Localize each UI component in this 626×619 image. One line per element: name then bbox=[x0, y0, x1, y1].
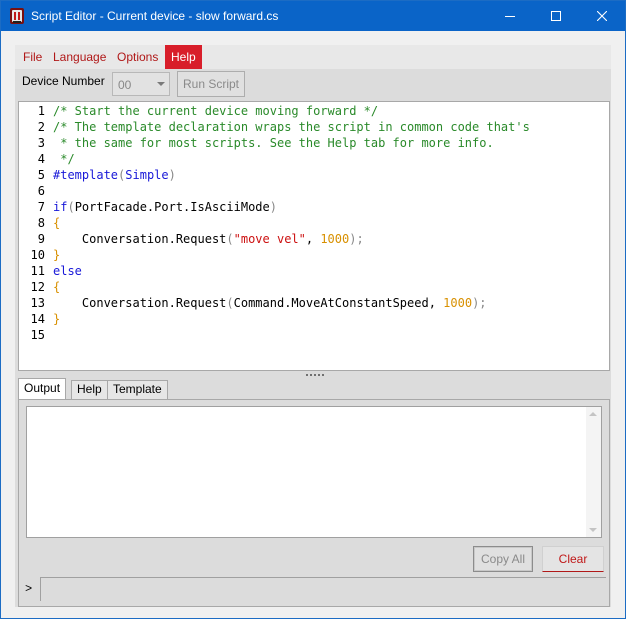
code-token: if bbox=[53, 200, 68, 214]
code-token: Conversation.Request bbox=[53, 296, 227, 310]
line-number: 14 bbox=[30, 312, 45, 326]
grip-icon bbox=[306, 374, 324, 376]
line-number: 10 bbox=[30, 248, 45, 262]
minimize-button[interactable] bbox=[487, 1, 533, 31]
line-number: 7 bbox=[37, 200, 45, 214]
code-line: } bbox=[53, 247, 60, 263]
line-number: 12 bbox=[30, 280, 45, 294]
code-token: "move vel" bbox=[233, 232, 306, 246]
client-area: File Language Options Help Device Number… bbox=[15, 45, 611, 607]
copy-all-button[interactable]: Copy All bbox=[473, 546, 533, 572]
code-line: /* Start the current device moving forwa… bbox=[53, 103, 378, 119]
close-icon bbox=[597, 11, 607, 21]
line-number-gutter: 1 2 3 4 5 6 7 8 9 10 11 12 13 14 15 bbox=[19, 102, 53, 370]
command-prompt: > bbox=[25, 582, 33, 596]
minimize-icon bbox=[505, 16, 515, 17]
line-number: 15 bbox=[30, 328, 45, 342]
code-token: , bbox=[428, 296, 444, 310]
close-button[interactable] bbox=[579, 1, 625, 31]
line-number: 3 bbox=[37, 136, 45, 150]
code-token: else bbox=[53, 264, 82, 278]
code-line: /* The template declaration wraps the sc… bbox=[53, 119, 530, 135]
title-bar[interactable]: Script Editor - Current device - slow fo… bbox=[1, 1, 625, 31]
device-number-label: Device Number bbox=[22, 74, 105, 88]
code-line: * the same for most scripts. See the Hel… bbox=[53, 135, 494, 151]
device-number-select[interactable]: 00 bbox=[112, 72, 170, 96]
code-line: Conversation.Request("move vel", 1000); bbox=[53, 231, 364, 247]
splitter-handle[interactable] bbox=[18, 372, 610, 378]
code-token: ) bbox=[168, 168, 176, 182]
code-token: ); bbox=[472, 296, 487, 310]
code-token: Conversation.Request bbox=[53, 232, 227, 246]
code-line: #template(Simple) bbox=[53, 167, 176, 183]
maximize-icon bbox=[551, 11, 561, 21]
code-line: { bbox=[53, 279, 60, 295]
tab-template[interactable]: Template bbox=[107, 380, 168, 399]
line-number: 5 bbox=[37, 168, 45, 182]
script-app-icon bbox=[9, 7, 25, 25]
code-token: PortFacade.Port.IsAsciiMode bbox=[74, 200, 270, 214]
line-number: 1 bbox=[37, 104, 45, 118]
menu-help[interactable]: Help bbox=[165, 45, 202, 69]
device-number-value: 00 bbox=[118, 78, 132, 92]
code-area[interactable]: /* Start the current device moving forwa… bbox=[53, 102, 609, 370]
tab-help[interactable]: Help bbox=[71, 380, 108, 399]
code-token: } bbox=[53, 312, 61, 326]
code-token: Command.MoveAtConstantSpeed bbox=[233, 296, 429, 310]
code-token: /* Start the current device moving forwa… bbox=[53, 104, 379, 118]
code-token: /* The template declaration wraps the sc… bbox=[53, 120, 530, 134]
line-number: 8 bbox=[37, 216, 45, 230]
code-token: { bbox=[53, 280, 61, 294]
code-token: { bbox=[53, 216, 61, 230]
output-panel: Copy All Clear > bbox=[18, 399, 610, 607]
code-line: if(PortFacade.Port.IsAsciiMode) bbox=[53, 199, 277, 215]
code-token: 1000 bbox=[443, 296, 473, 310]
line-number: 2 bbox=[37, 120, 45, 134]
output-text-area[interactable] bbox=[26, 406, 602, 538]
chevron-down-icon bbox=[157, 82, 165, 86]
bottom-tab-strip: Output Help Template bbox=[18, 378, 610, 399]
tab-output[interactable]: Output bbox=[18, 378, 67, 399]
line-number: 11 bbox=[30, 264, 45, 278]
line-number: 4 bbox=[37, 152, 45, 166]
code-token: #template bbox=[53, 168, 119, 182]
code-token: ); bbox=[349, 232, 364, 246]
code-line: } bbox=[53, 311, 60, 327]
command-input[interactable] bbox=[40, 577, 606, 601]
code-token: ( bbox=[67, 200, 75, 214]
scroll-down-icon[interactable] bbox=[589, 528, 597, 532]
code-token: Simple bbox=[125, 168, 169, 182]
code-token: */ bbox=[53, 152, 75, 166]
code-line: Conversation.Request(Command.MoveAtConst… bbox=[53, 295, 487, 311]
menu-file[interactable]: File bbox=[17, 45, 48, 69]
code-token: 1000 bbox=[320, 232, 350, 246]
script-editor-window: Script Editor - Current device - slow fo… bbox=[0, 0, 626, 619]
output-scrollbar[interactable] bbox=[586, 407, 601, 537]
run-script-button[interactable]: Run Script bbox=[177, 71, 245, 97]
menu-options[interactable]: Options bbox=[111, 45, 164, 69]
code-line: else bbox=[53, 263, 82, 279]
code-line: { bbox=[53, 215, 60, 231]
line-number: 6 bbox=[37, 184, 45, 198]
code-token: ) bbox=[269, 200, 277, 214]
maximize-button[interactable] bbox=[533, 1, 579, 31]
scroll-up-icon[interactable] bbox=[589, 412, 597, 416]
clear-button[interactable]: Clear bbox=[542, 546, 604, 572]
code-token: ( bbox=[226, 296, 234, 310]
menu-language[interactable]: Language bbox=[47, 45, 112, 69]
code-editor[interactable]: 1 2 3 4 5 6 7 8 9 10 11 12 13 14 15 /* Start the curre… bbox=[18, 101, 610, 371]
code-token: ( bbox=[226, 232, 234, 246]
code-token: } bbox=[53, 248, 61, 262]
menu-bar: File Language Options Help bbox=[15, 45, 611, 69]
window-title: Script Editor - Current device - slow fo… bbox=[31, 9, 279, 23]
code-token: * the same for most scripts. See the Hel… bbox=[53, 136, 494, 150]
line-number: 13 bbox=[30, 296, 45, 310]
line-number: 9 bbox=[37, 232, 45, 246]
code-line: */ bbox=[53, 151, 75, 167]
code-token: , bbox=[305, 232, 321, 246]
